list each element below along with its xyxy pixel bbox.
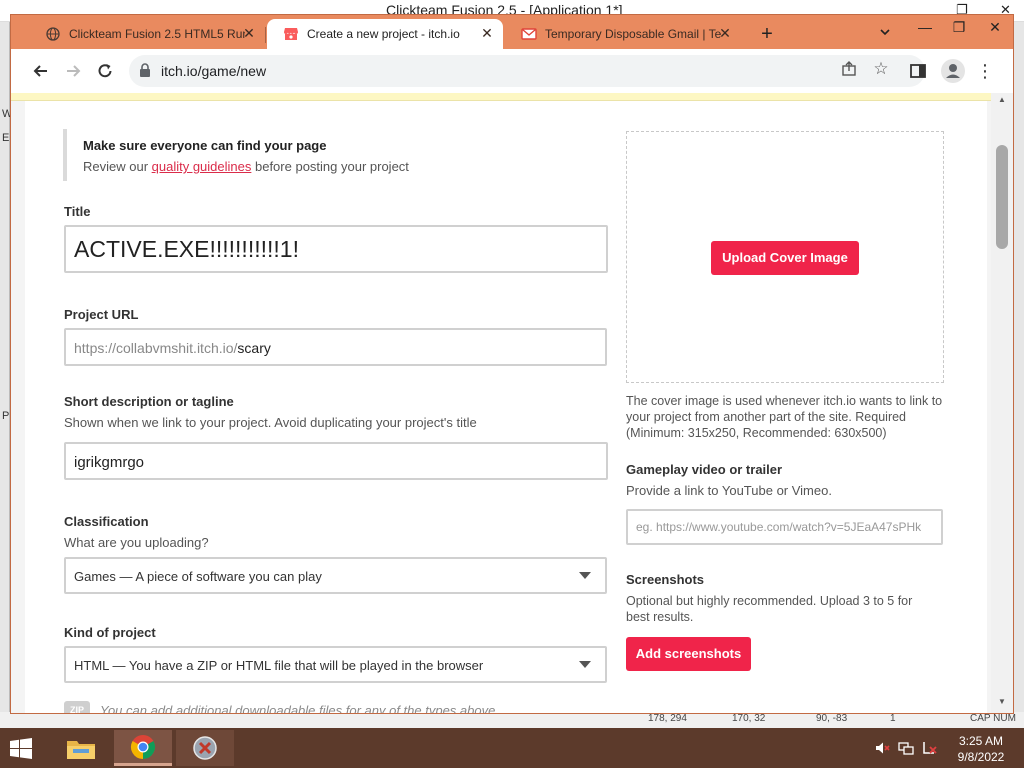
background-left-label: E <box>2 132 10 144</box>
tab-itchio[interactable]: Create a new project - itch.io ✕ <box>267 19 503 49</box>
project-url-label: Project URL <box>64 307 139 322</box>
classification-selected-value: Games — A piece of software you can play <box>74 569 322 584</box>
guidelines-text-after: before posting your project <box>251 159 409 174</box>
tab-title: Temporary Disposable Gmail | Temp <box>545 27 721 41</box>
fusion-icon[interactable] <box>176 730 234 766</box>
background-right-panel <box>1014 22 1024 712</box>
close-window-icon[interactable]: ✕ <box>985 19 1005 39</box>
kind-of-project-label: Kind of project <box>64 625 156 640</box>
dropdown-caret-icon <box>579 572 591 579</box>
gameplay-video-input[interactable]: eg. https://www.youtube.com/watch?v=5JEa… <box>626 509 943 545</box>
file-explorer-icon[interactable] <box>52 730 110 766</box>
new-tab-button[interactable]: + <box>755 23 779 47</box>
tab-separator <box>265 27 266 43</box>
classification-select[interactable]: Games — A piece of software you can play <box>64 557 607 594</box>
title-label: Title <box>64 204 91 219</box>
browser-window: Clickteam Fusion 2.5 HTML5 Runtime ✕ Cre… <box>10 14 1014 714</box>
tagline-help-text: Shown when we link to your project. Avoi… <box>64 415 477 430</box>
status-cell: 170, 32 <box>732 713 766 724</box>
close-tab-icon[interactable]: ✕ <box>241 25 257 42</box>
kebab-menu-icon[interactable]: ⋮ <box>975 59 995 83</box>
bookmark-star-icon[interactable]: ☆ <box>871 59 891 79</box>
url-text[interactable]: itch.io/game/new <box>161 63 266 79</box>
side-panel-icon[interactable] <box>909 59 933 83</box>
status-cell: 90, -83 <box>816 713 848 724</box>
notice-band <box>11 93 991 101</box>
share-icon[interactable] <box>839 61 859 81</box>
chrome-icon[interactable] <box>114 730 172 766</box>
address-bar[interactable]: itch.io/game/new ☆ <box>129 55 925 87</box>
guidelines-text: Review our quality guidelines before pos… <box>83 159 409 174</box>
clock-date[interactable]: 9/8/2022 <box>955 750 1007 764</box>
new-project-form: Make sure everyone can find your page Re… <box>25 101 987 713</box>
gameplay-video-placeholder: eg. https://www.youtube.com/watch?v=5JEa… <box>636 520 922 534</box>
background-left-label: P <box>2 410 10 422</box>
reload-icon[interactable] <box>93 59 117 83</box>
forward-arrow-icon[interactable] <box>61 59 85 83</box>
volume-muted-icon[interactable] <box>874 740 890 756</box>
status-cell: 178, 294 <box>648 713 687 724</box>
close-tab-icon[interactable]: ✕ <box>717 25 733 42</box>
windows-taskbar: 3:25 AM 9/8/2022 <box>0 728 1024 768</box>
tab-temp-gmail[interactable]: Temporary Disposable Gmail | Temp ✕ <box>505 19 741 49</box>
close-tab-icon[interactable]: ✕ <box>479 25 495 42</box>
project-url-prefix: https://collabvmshit.itch.io/scary <box>74 340 271 356</box>
profile-avatar-icon[interactable] <box>941 59 965 83</box>
screenshots-help-text: Optional but highly recommended. Upload … <box>626 594 913 624</box>
status-cell: 1 <box>890 713 896 724</box>
zip-file-icon: ZIP <box>64 701 90 713</box>
extra-files-note-text: You can add additional downloadable file… <box>100 703 496 713</box>
upload-cover-image-button[interactable]: Upload Cover Image <box>711 241 859 275</box>
restore-icon[interactable]: ❐ <box>949 19 969 39</box>
add-screenshots-button[interactable]: Add screenshots <box>626 637 751 671</box>
minimize-icon[interactable]: — <box>915 19 935 39</box>
page-viewport: Make sure everyone can find your page Re… <box>11 93 1013 713</box>
quality-guidelines-link[interactable]: quality guidelines <box>152 159 252 174</box>
globe-icon <box>45 26 61 42</box>
lock-icon[interactable] <box>139 63 153 79</box>
mail-icon <box>521 26 537 42</box>
status-cell: CAP NUM <box>970 713 1016 724</box>
tab-title: Clickteam Fusion 2.5 HTML5 Runtime <box>69 27 245 41</box>
cover-image-note: The cover image is used whenever itch.io… <box>626 394 943 440</box>
cover-image-dropzone[interactable]: Upload Cover Image <box>626 131 944 383</box>
tab-clickteam[interactable]: Clickteam Fusion 2.5 HTML5 Runtime ✕ <box>29 19 265 49</box>
tagline-label: Short description or tagline <box>64 394 234 409</box>
scrollbar-thumb[interactable] <box>996 145 1008 249</box>
background-left-panel: W E P <box>0 22 12 712</box>
gameplay-video-label: Gameplay video or trailer <box>626 462 783 477</box>
security-alert-icon[interactable] <box>922 740 938 756</box>
scroll-up-arrow-icon[interactable]: ▲ <box>998 95 1006 104</box>
title-input-value[interactable]: ACTIVE.EXE!!!!!!!!!!!1! <box>74 236 299 263</box>
kind-of-project-select[interactable]: HTML — You have a ZIP or HTML file that … <box>64 646 607 683</box>
tab-search-chevron-icon[interactable] <box>875 25 895 45</box>
guidelines-title: Make sure everyone can find your page <box>83 138 327 153</box>
page-scrollbar[interactable]: ▲ ▼ <box>991 93 1013 713</box>
classification-help-text: What are you uploading? <box>64 535 209 550</box>
tab-title: Create a new project - itch.io <box>307 27 460 41</box>
project-url-input[interactable]: https://collabvmshit.itch.io/scary <box>64 328 607 366</box>
browser-toolbar: itch.io/game/new ☆ ⋮ <box>11 49 1013 93</box>
guidelines-text-before: Review our <box>83 159 152 174</box>
tagline-input-value[interactable]: igrikgmrgo <box>74 454 144 471</box>
classification-label: Classification <box>64 514 149 529</box>
gameplay-video-help-text: Provide a link to YouTube or Vimeo. <box>626 483 832 498</box>
background-statusbar: 178, 294 170, 32 90, -83 1 CAP NUM <box>640 712 1024 728</box>
screenshots-label: Screenshots <box>626 572 705 587</box>
title-input[interactable]: ACTIVE.EXE!!!!!!!!!!!1! <box>64 225 608 273</box>
clock-time[interactable]: 3:25 AM <box>955 734 1007 748</box>
guidelines-notice: Make sure everyone can find your page Re… <box>63 129 483 181</box>
windows-start-icon[interactable] <box>6 736 42 762</box>
back-arrow-icon[interactable] <box>29 59 53 83</box>
network-icon[interactable] <box>898 740 914 756</box>
project-url-slug[interactable]: scary <box>237 340 270 356</box>
scroll-down-arrow-icon[interactable]: ▼ <box>998 697 1006 706</box>
dropdown-caret-icon <box>579 661 591 668</box>
url-prefix-text: https://collabvmshit.itch.io/ <box>74 340 238 356</box>
kind-selected-value: HTML — You have a ZIP or HTML file that … <box>74 658 484 673</box>
itchio-icon <box>283 26 299 42</box>
tab-strip: Clickteam Fusion 2.5 HTML5 Runtime ✕ Cre… <box>11 15 1013 49</box>
tagline-input[interactable]: igrikgmrgo <box>64 442 608 480</box>
